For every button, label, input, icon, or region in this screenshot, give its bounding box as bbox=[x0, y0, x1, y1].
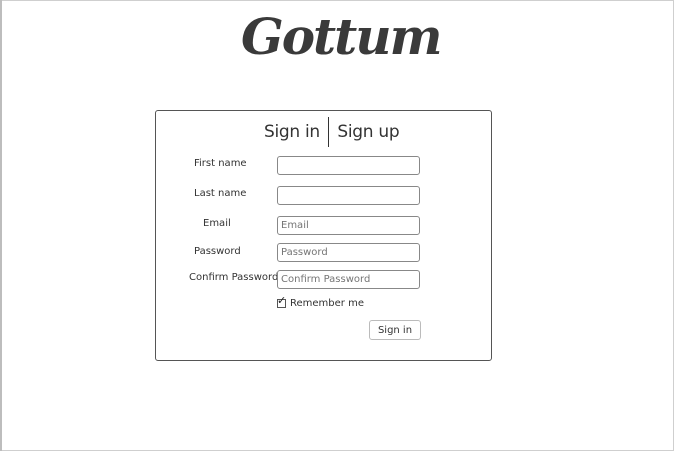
email-label: Email bbox=[203, 218, 231, 229]
sign-in-button[interactable]: Sign in bbox=[369, 320, 421, 340]
remember-me-checkbox[interactable]: ✓ bbox=[277, 295, 286, 308]
last-name-input[interactable] bbox=[277, 186, 420, 205]
password-input[interactable] bbox=[277, 243, 420, 262]
first-name-label: First name bbox=[194, 158, 247, 169]
tab-sign-in[interactable]: Sign in bbox=[264, 122, 320, 142]
confirm-password-label: Confirm Password bbox=[189, 272, 279, 283]
email-input[interactable] bbox=[277, 216, 420, 235]
confirm-password-input[interactable] bbox=[277, 270, 420, 289]
tab-divider bbox=[327, 117, 330, 147]
first-name-input[interactable] bbox=[277, 156, 420, 175]
password-label: Password bbox=[194, 246, 241, 257]
checkmark-icon: ✓ bbox=[277, 294, 287, 307]
last-name-label: Last name bbox=[194, 188, 247, 199]
window-left-edge bbox=[0, 0, 2, 451]
tab-sign-up[interactable]: Sign up bbox=[337, 122, 399, 142]
remember-me-label: Remember me bbox=[290, 298, 364, 309]
app-logo: Gottum bbox=[241, 7, 442, 66]
remember-me-row[interactable]: ✓ Remember me bbox=[277, 295, 364, 309]
auth-tabs: Sign in Sign up bbox=[264, 116, 400, 148]
